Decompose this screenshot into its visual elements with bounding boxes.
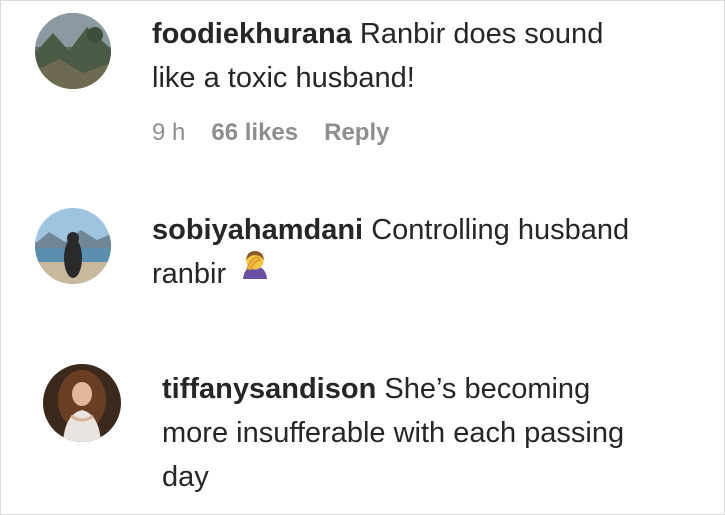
comment-body-line2: like a toxic husband! — [152, 62, 415, 94]
comment-text: sobiyahamdani Controlling husband ranbir — [152, 208, 629, 296]
comment-username[interactable]: foodiekhurana — [152, 18, 352, 50]
comment-body: Controlling husband — [371, 214, 630, 246]
comment-meta: 9 h 66 likes Reply — [152, 119, 389, 147]
comment-body-line2: ranbir — [152, 258, 227, 290]
comment-body-line3: day — [162, 461, 209, 493]
user-avatar[interactable] — [35, 208, 111, 284]
comment-body: Ranbir does sound — [359, 18, 604, 50]
comment-body: She’s becoming — [384, 373, 591, 405]
comment-body-line2: more insufferable with each passing — [162, 417, 625, 449]
comment-text: tiffanysandison She’s becoming more insu… — [162, 367, 624, 499]
comment-timestamp: 9 h — [152, 119, 186, 146]
user-avatar[interactable] — [43, 364, 121, 442]
comment-item: sobiyahamdani Controlling husband ranbir — [1, 196, 724, 336]
lake-person-avatar-image — [35, 208, 111, 284]
comment-text: foodiekhurana Ranbir does sound like a t… — [152, 12, 603, 100]
comment-likes[interactable]: 66 likes — [211, 119, 298, 147]
comment-username[interactable]: sobiyahamdani — [152, 214, 363, 246]
comment-item: foodiekhurana Ranbir does sound like a t… — [1, 1, 724, 181]
landscape-avatar-image — [35, 13, 111, 89]
user-avatar[interactable] — [35, 13, 111, 89]
comment-item: tiffanysandison She’s becoming more insu… — [1, 356, 724, 514]
reply-button[interactable]: Reply — [324, 119, 389, 147]
facepalm-woman-icon — [238, 249, 272, 296]
portrait-avatar-image — [43, 364, 121, 442]
comment-username[interactable]: tiffanysandison — [162, 373, 376, 405]
comments-panel: foodiekhurana Ranbir does sound like a t… — [0, 0, 725, 515]
